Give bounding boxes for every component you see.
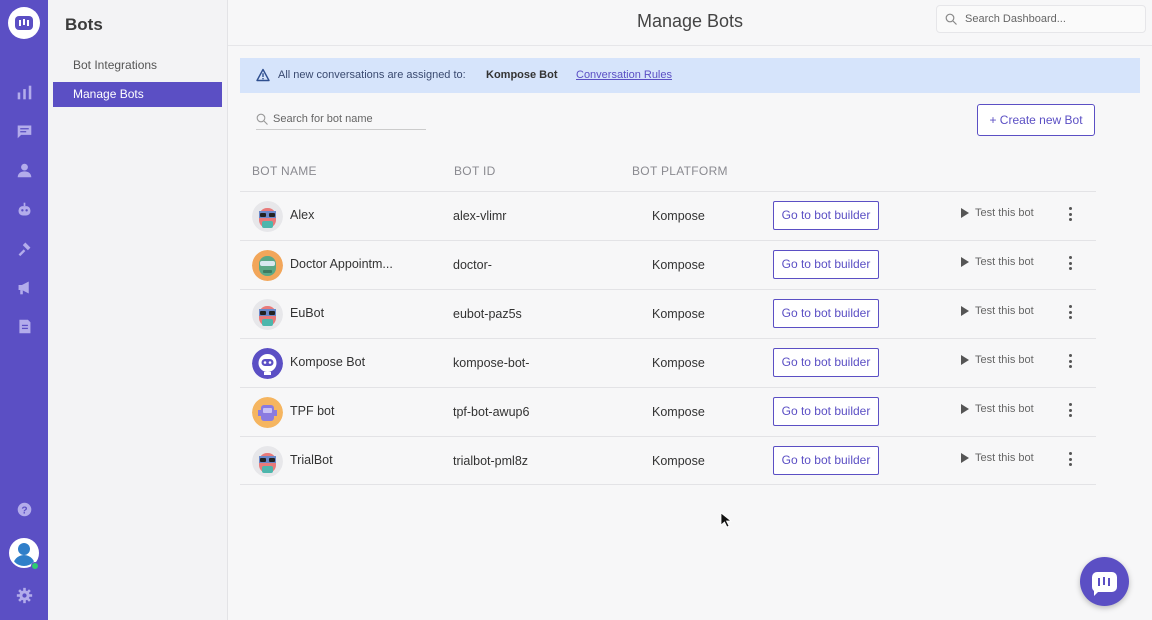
bot-search-input[interactable]: Search for bot name xyxy=(256,110,426,130)
bot-platform: Kompose xyxy=(652,258,705,272)
more-options-icon[interactable] xyxy=(1067,452,1073,468)
bot-id: tpf-bot-awup6 xyxy=(453,405,530,419)
bot-id: alex-vlimr xyxy=(453,209,507,223)
test-bot-label: Test this bot xyxy=(975,452,1034,464)
more-options-icon[interactable] xyxy=(1067,403,1073,419)
bot-platform: Kompose xyxy=(652,307,705,321)
bot-platform: Kompose xyxy=(652,405,705,419)
play-icon xyxy=(961,453,969,463)
test-bot-label: Test this bot xyxy=(975,305,1034,317)
dashboard-search-placeholder: Search Dashboard... xyxy=(965,13,1066,25)
table-row: TPF bot tpf-bot-awup6 Kompose Go to bot … xyxy=(240,387,1096,436)
page-title: Manage Bots xyxy=(636,11,744,31)
test-bot-label: Test this bot xyxy=(975,354,1034,366)
reports-icon[interactable] xyxy=(14,82,34,102)
more-options-icon[interactable] xyxy=(1067,256,1073,272)
conversation-rules-link[interactable]: Conversation Rules xyxy=(576,69,672,81)
online-status-dot xyxy=(31,562,39,570)
bot-avatar xyxy=(252,299,283,330)
chat-bubble-icon xyxy=(1092,571,1117,596)
bot-name: EuBot xyxy=(290,306,325,320)
bot-avatar xyxy=(252,348,283,379)
more-options-icon[interactable] xyxy=(1067,207,1073,223)
search-icon xyxy=(945,13,957,25)
play-icon xyxy=(961,355,969,365)
more-options-icon[interactable] xyxy=(1067,354,1073,370)
dashboard-search-input[interactable]: Search Dashboard... xyxy=(936,5,1146,33)
go-to-bot-builder-button[interactable]: Go to bot builder xyxy=(773,446,879,475)
svg-text:?: ? xyxy=(21,505,27,516)
go-to-bot-builder-button[interactable]: Go to bot builder xyxy=(773,397,879,426)
go-to-bot-builder-button[interactable]: Go to bot builder xyxy=(773,348,879,377)
bots-sidebar: Bots Bot Integrations Manage Bots xyxy=(48,0,228,620)
test-bot-button[interactable]: Test this bot xyxy=(961,452,1034,464)
sidebar-title: Bots xyxy=(65,15,103,34)
play-icon xyxy=(961,257,969,267)
sidebar-item-manage-bots[interactable]: Manage Bots xyxy=(53,82,222,107)
table-row: Doctor Appointm... doctor- Kompose Go to… xyxy=(240,240,1096,289)
search-icon xyxy=(256,113,268,125)
column-header-bot-platform: BOT PLATFORM xyxy=(632,164,728,178)
test-bot-label: Test this bot xyxy=(975,256,1034,268)
app-rail: ? xyxy=(0,0,48,620)
bot-platform: Kompose xyxy=(652,454,705,468)
bot-avatar xyxy=(252,446,283,477)
bot-avatar xyxy=(252,250,283,281)
assignment-banner: All new conversations are assigned to: K… xyxy=(240,58,1140,93)
conversations-icon[interactable] xyxy=(14,121,34,141)
warning-icon xyxy=(256,68,270,82)
bot-name: TPF bot xyxy=(290,404,335,418)
bot-name: Doctor Appointm... xyxy=(290,257,393,271)
bot-platform: Kompose xyxy=(652,356,705,370)
bot-id: eubot-paz5s xyxy=(453,307,522,321)
bot-id: kompose-bot- xyxy=(453,356,530,370)
mouse-pointer-icon xyxy=(720,512,733,528)
bot-name: Kompose Bot xyxy=(290,355,366,369)
column-header-bot-name: BOT NAME xyxy=(252,164,317,178)
campaigns-icon[interactable] xyxy=(14,277,34,297)
create-bot-button[interactable]: + Create new Bot xyxy=(977,104,1095,136)
header-divider xyxy=(228,45,1152,46)
logo-icon[interactable] xyxy=(8,7,40,39)
contacts-icon[interactable] xyxy=(14,160,34,180)
test-bot-label: Test this bot xyxy=(975,403,1034,415)
bot-icon[interactable] xyxy=(14,199,34,219)
bot-name: TrialBot xyxy=(290,453,333,467)
go-to-bot-builder-button[interactable]: Go to bot builder xyxy=(773,201,879,230)
bot-id: doctor- xyxy=(453,258,492,272)
test-bot-label: Test this bot xyxy=(975,207,1034,219)
play-icon xyxy=(961,306,969,316)
table-row: EuBot eubot-paz5s Kompose Go to bot buil… xyxy=(240,289,1096,338)
settings-icon[interactable] xyxy=(14,585,34,605)
banner-bot-name: Kompose Bot xyxy=(486,69,558,81)
play-icon xyxy=(961,208,969,218)
test-bot-button[interactable]: Test this bot xyxy=(961,256,1034,268)
table-row: TrialBot trialbot-pml8z Kompose Go to bo… xyxy=(240,436,1096,485)
test-bot-button[interactable]: Test this bot xyxy=(961,354,1034,366)
sidebar-item-bot-integrations[interactable]: Bot Integrations xyxy=(53,53,222,78)
bot-avatar xyxy=(252,397,283,428)
go-to-bot-builder-button[interactable]: Go to bot builder xyxy=(773,299,879,328)
test-bot-button[interactable]: Test this bot xyxy=(961,403,1034,415)
bot-avatar xyxy=(252,201,283,232)
test-bot-button[interactable]: Test this bot xyxy=(961,305,1034,317)
bot-platform: Kompose xyxy=(652,209,705,223)
chat-launcher-button[interactable] xyxy=(1080,557,1129,606)
test-bot-button[interactable]: Test this bot xyxy=(961,207,1034,219)
table-row: Alex alex-vlimr Kompose Go to bot builde… xyxy=(240,191,1096,240)
knowledge-icon[interactable] xyxy=(14,316,34,336)
play-icon xyxy=(961,404,969,414)
column-header-bot-id: BOT ID xyxy=(454,164,496,178)
bot-search-placeholder: Search for bot name xyxy=(273,113,373,125)
bot-name: Alex xyxy=(290,208,315,222)
go-to-bot-builder-button[interactable]: Go to bot builder xyxy=(773,250,879,279)
integrations-icon[interactable] xyxy=(14,238,34,258)
banner-text: All new conversations are assigned to: xyxy=(278,69,466,81)
more-options-icon[interactable] xyxy=(1067,305,1073,321)
help-icon[interactable]: ? xyxy=(14,499,34,519)
bot-id: trialbot-pml8z xyxy=(453,454,529,468)
table-row: Kompose Bot kompose-bot- Kompose Go to b… xyxy=(240,338,1096,387)
